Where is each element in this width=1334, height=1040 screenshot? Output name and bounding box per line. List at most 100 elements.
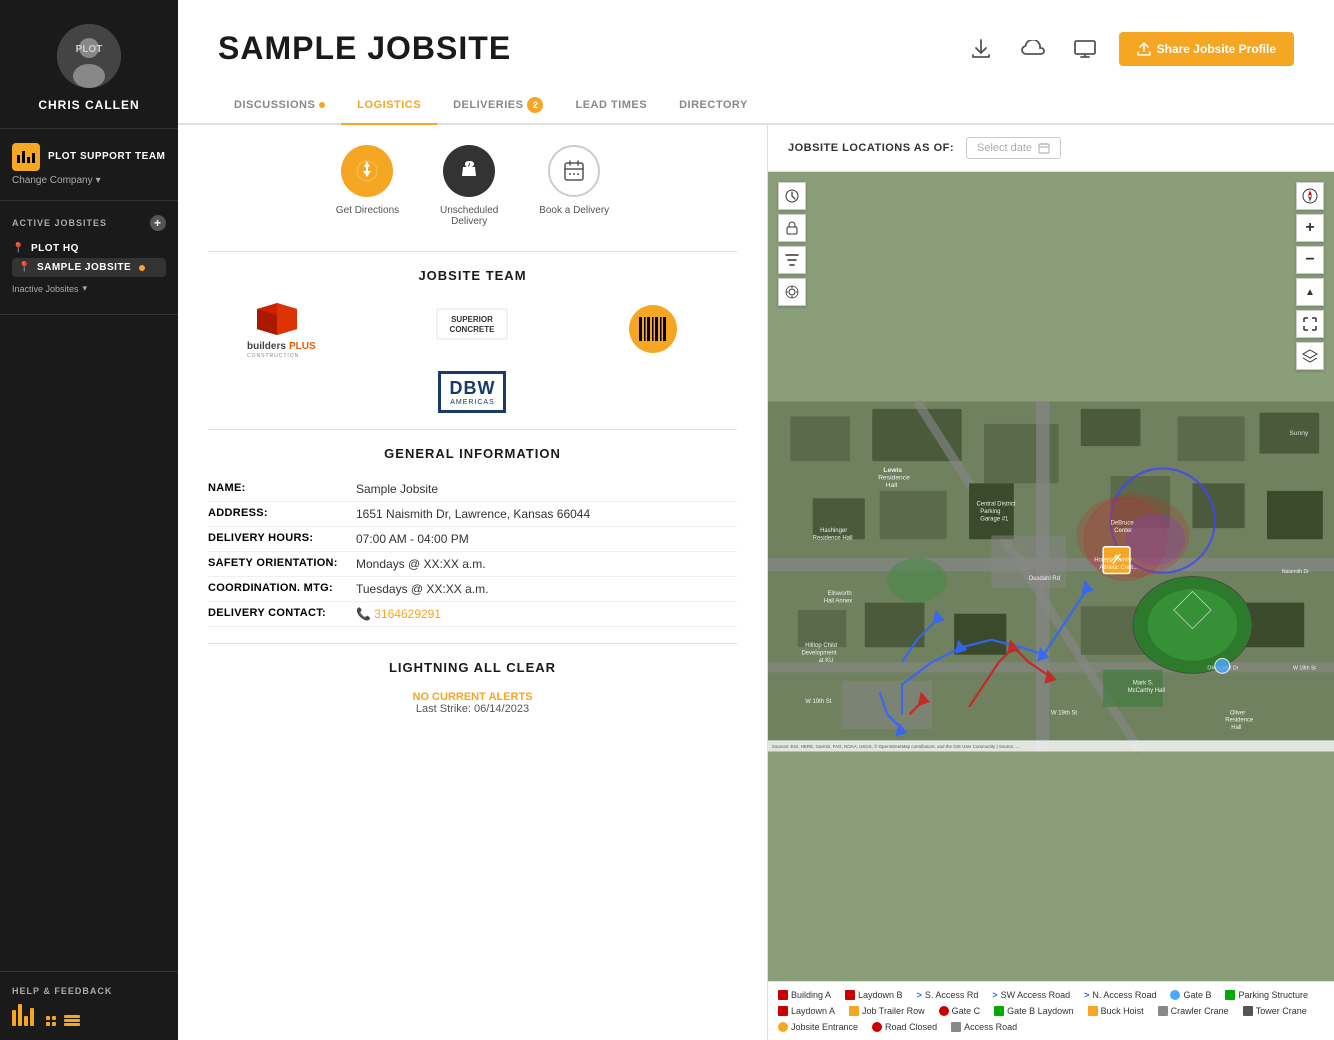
get-directions-button[interactable]: Get Directions — [336, 145, 399, 227]
tab-lead-times[interactable]: LEAD TIMES — [559, 87, 663, 125]
delivery-contact-label: DELIVERY CONTACT: — [208, 607, 348, 621]
svg-text:Central District: Central District — [977, 502, 1016, 508]
top-bar: SAMPLE JOBSITE Share Jobsite Profile — [178, 0, 1334, 87]
date-select[interactable]: Select date — [966, 137, 1061, 159]
svg-text:Residence: Residence — [1225, 718, 1254, 724]
change-company-button[interactable]: Change Company ▾ — [12, 175, 166, 186]
svg-text:Hall: Hall — [1231, 725, 1241, 731]
compass-icon[interactable] — [1296, 182, 1324, 210]
svg-text:Lewis: Lewis — [883, 467, 902, 474]
legend-buck-hoist: Buck Hoist — [1088, 1006, 1144, 1016]
svg-text:Horejsi Family: Horejsi Family — [1094, 558, 1132, 564]
tab-deliveries[interactable]: DELIVERIES 2 — [437, 87, 559, 125]
svg-text:PLOT: PLOT — [76, 44, 103, 55]
reset-icon[interactable] — [778, 182, 806, 210]
map-side-controls — [778, 182, 806, 306]
svg-text:Hall: Hall — [886, 482, 898, 489]
avatar: PLOT — [57, 24, 121, 88]
name-value: Sample Jobsite — [356, 482, 438, 496]
legend-gate-c: Gate C — [939, 1006, 981, 1016]
lock-icon[interactable] — [778, 214, 806, 242]
builders-plus-logo: builders PLUS CONSTRUCTION — [247, 299, 337, 359]
main-content: SAMPLE JOBSITE Share Jobsite Profile — [178, 0, 1334, 1040]
svg-text:DeBruce: DeBruce — [1111, 520, 1135, 526]
sidebar-item-sample-jobsite[interactable]: 📍 SAMPLE JOBSITE — [12, 258, 166, 277]
legend-parking-structure: Parking Structure — [1225, 990, 1308, 1000]
svg-text:McCarthy Hall: McCarthy Hall — [1128, 688, 1165, 694]
legend-sw-access-road: > SW Access Road — [992, 990, 1070, 1000]
date-placeholder: Select date — [977, 142, 1032, 154]
legend-laydown-b: Laydown B — [845, 990, 903, 1000]
legend-n-access-road: > N. Access Road — [1084, 990, 1156, 1000]
dbw-logo: DBW AMERICAS — [438, 371, 506, 413]
map-header-label: JOBSITE LOCATIONS AS OF: — [788, 142, 954, 154]
legend-tower-crane: Tower Crane — [1243, 1006, 1307, 1016]
delivery-contact-value[interactable]: 📞 3164629291 — [356, 607, 441, 621]
sidebar: PLOT CHRIS CALLEN PLOT SUPPORT TEAM Ch — [0, 0, 178, 1040]
book-delivery-icon — [548, 145, 600, 197]
share-jobsite-button[interactable]: Share Jobsite Profile — [1119, 32, 1294, 66]
plot-hq-label: PLOT HQ — [31, 243, 79, 254]
page-title: SAMPLE JOBSITE — [218, 30, 511, 67]
coordination-label: COORDINATION. MTG: — [208, 582, 348, 596]
info-delivery-contact-row: DELIVERY CONTACT: 📞 3164629291 — [208, 602, 737, 627]
zoom-out-icon[interactable]: − — [1296, 246, 1324, 274]
tv-icon[interactable] — [1067, 31, 1103, 67]
general-info-section: GENERAL INFORMATION NAME: Sample Jobsite… — [208, 446, 737, 627]
action-buttons: Get Directions Unscheduled Delivery — [208, 145, 737, 227]
legend-job-trailer-row: Job Trailer Row — [849, 1006, 925, 1016]
sidebar-item-plot-hq[interactable]: 📍 PLOT HQ — [12, 239, 166, 258]
map-container: Lewis Residence Hall Hashinger Residence… — [768, 172, 1334, 981]
svg-text:Athletic Cent...: Athletic Cent... — [1099, 565, 1138, 571]
legend-s-access-rd: > S. Access Rd — [917, 990, 979, 1000]
sidebar-bottom: HELP & FEEDBACK — [0, 971, 178, 1040]
lightning-section: LIGHTNING ALL CLEAR NO CURRENT ALERTS La… — [208, 643, 737, 715]
svg-text:Sunny: Sunny — [1289, 430, 1309, 437]
add-jobsite-button[interactable]: + — [150, 215, 166, 231]
inactive-jobsites-toggle[interactable]: Inactive Jobsites ▾ — [12, 277, 166, 300]
unscheduled-delivery-button[interactable]: Unscheduled Delivery — [429, 145, 509, 227]
book-delivery-button[interactable]: Book a Delivery — [539, 145, 609, 227]
tab-directory[interactable]: DIRECTORY — [663, 87, 764, 125]
legend-access-road: Access Road — [951, 1022, 1017, 1032]
safety-value: Mondays @ XX:XX a.m. — [356, 557, 486, 571]
download-icon[interactable] — [963, 31, 999, 67]
svg-text:Hilltop Child: Hilltop Child — [805, 643, 837, 649]
svg-text:Residence: Residence — [878, 475, 910, 482]
filter-icon[interactable] — [778, 246, 806, 274]
content-area: Get Directions Unscheduled Delivery — [178, 125, 1334, 1040]
active-jobsites-label: ACTIVE JOBSITES — [12, 218, 107, 228]
location-icon[interactable] — [778, 278, 806, 306]
zoom-in-icon[interactable]: + — [1296, 214, 1324, 242]
coordination-value: Tuesdays @ XX:XX a.m. — [356, 582, 488, 596]
map-header: JOBSITE LOCATIONS AS OF: Select date — [768, 125, 1334, 172]
legend-gate-b-laydown: Gate B Laydown — [994, 1006, 1074, 1016]
legend-crawler-crane: Crawler Crane — [1158, 1006, 1229, 1016]
jobsite-team-label: JOBSITE TEAM — [208, 268, 737, 283]
team-name: PLOT SUPPORT TEAM — [48, 151, 165, 163]
no-alerts-text: NO CURRENT ALERTS — [208, 691, 737, 703]
north-icon[interactable]: ▲ — [1296, 278, 1324, 306]
svg-text:Garage #1: Garage #1 — [980, 517, 1009, 523]
access-road-label: Access Road — [964, 1022, 1017, 1032]
tab-discussions[interactable]: DISCUSSIONS — [218, 87, 341, 125]
svg-text:Naismith Dr: Naismith Dr — [1282, 569, 1309, 575]
last-strike-text: Last Strike: 06/14/2023 — [208, 703, 737, 715]
info-delivery-hours-row: DELIVERY HOURS: 07:00 AM - 04:00 PM — [208, 527, 737, 552]
address-value: 1651 Naismith Dr, Lawrence, Kansas 66044 — [356, 507, 590, 521]
svg-text:W 19th St: W 19th St — [1051, 710, 1077, 716]
svg-text:Ellsworth: Ellsworth — [828, 591, 852, 597]
map-controls: + − ▲ — [1296, 182, 1324, 370]
legend-jobsite-entrance: Jobsite Entrance — [778, 1022, 858, 1032]
layers-icon[interactable] — [1296, 342, 1324, 370]
fullscreen-icon[interactable] — [1296, 310, 1324, 338]
info-address-row: ADDRESS: 1651 Naismith Dr, Lawrence, Kan… — [208, 502, 737, 527]
cloud-icon[interactable] — [1015, 31, 1051, 67]
share-btn-label: Share Jobsite Profile — [1157, 42, 1276, 56]
tab-logistics[interactable]: LOGISTICS — [341, 87, 437, 125]
legend-road-closed: Road Closed — [872, 1022, 937, 1032]
left-panel: Get Directions Unscheduled Delivery — [178, 125, 768, 1040]
right-panel: JOBSITE LOCATIONS AS OF: Select date — [768, 125, 1334, 1040]
legend-building-a: Building A — [778, 990, 831, 1000]
svg-text:Sources: Esri, HERE, Garmin, F: Sources: Esri, HERE, Garmin, FAO, NOAA, … — [772, 743, 1019, 749]
